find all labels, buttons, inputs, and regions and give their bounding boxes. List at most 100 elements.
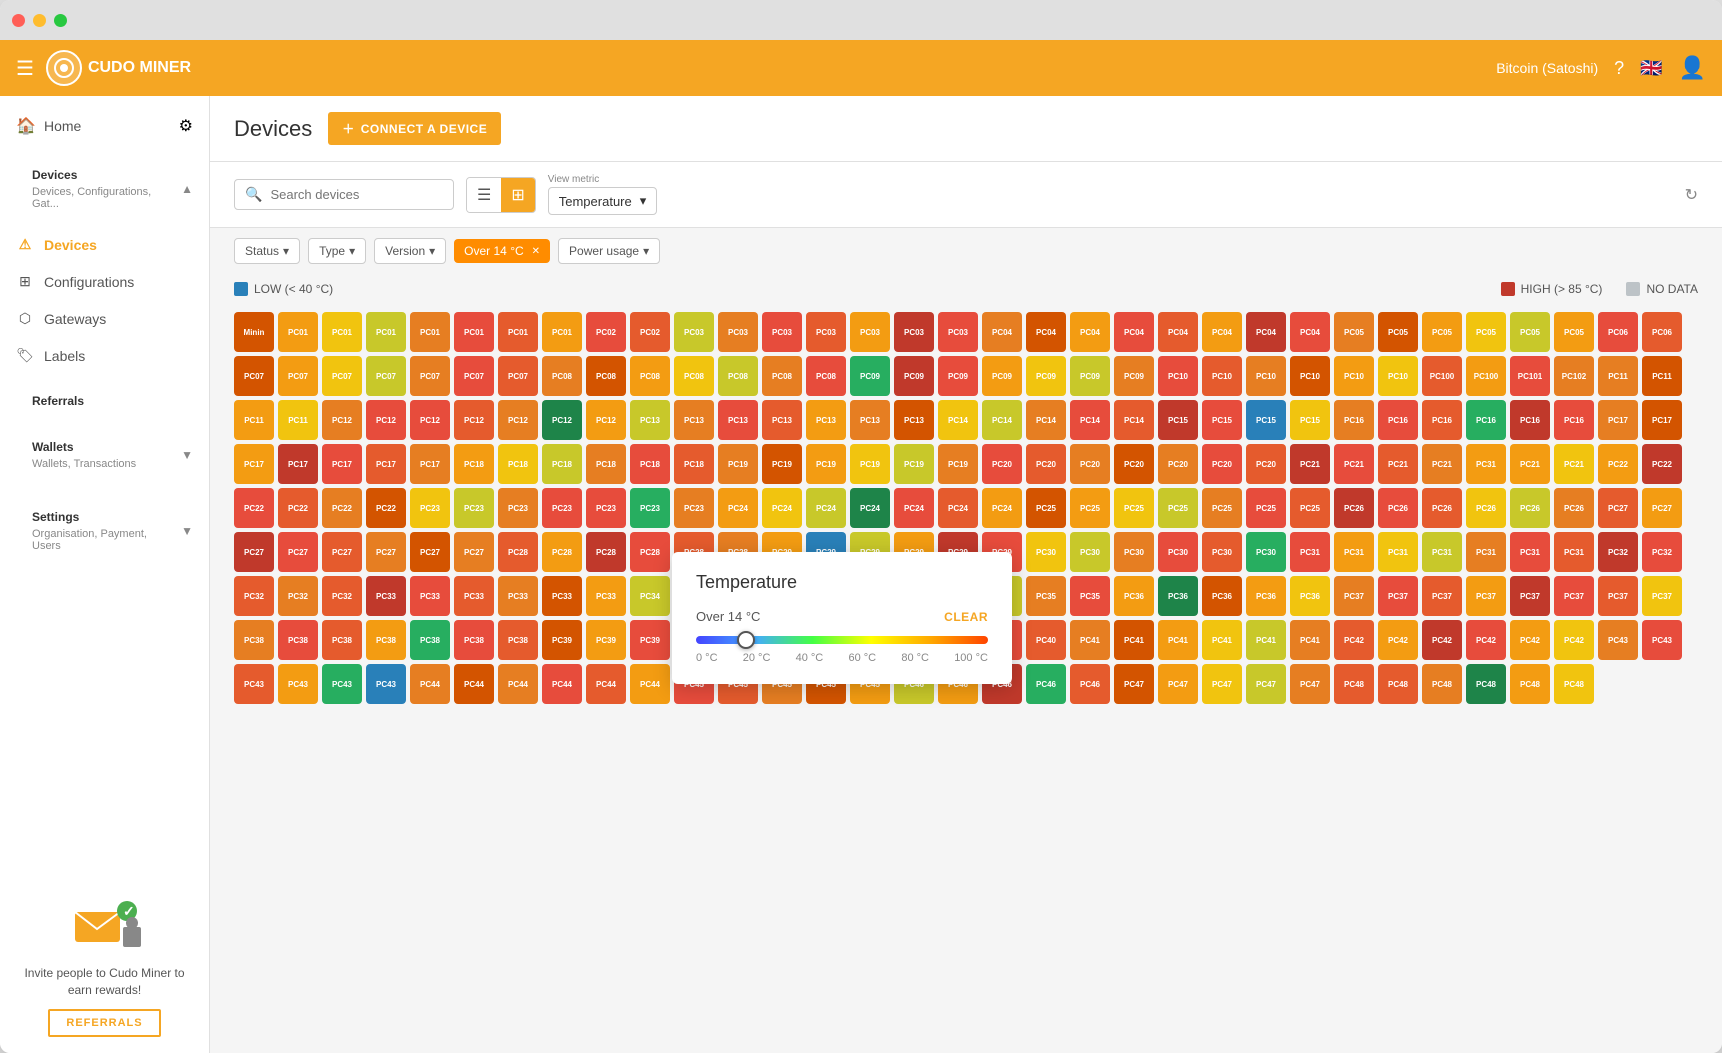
device-tile[interactable]: PC05: [1554, 312, 1594, 352]
device-tile[interactable]: PC17: [366, 444, 406, 484]
device-tile[interactable]: PC39: [586, 620, 626, 660]
device-tile[interactable]: PC08: [630, 356, 670, 396]
device-tile[interactable]: Minin: [234, 312, 274, 352]
device-tile[interactable]: PC15: [1158, 400, 1198, 440]
device-tile[interactable]: PC27: [234, 532, 274, 572]
version-filter-button[interactable]: Version ▾: [374, 238, 446, 264]
device-tile[interactable]: PC48: [1554, 664, 1594, 704]
device-tile[interactable]: PC101: [1510, 356, 1550, 396]
device-tile[interactable]: PC04: [1202, 312, 1242, 352]
device-tile[interactable]: PC25: [1114, 488, 1154, 528]
device-tile[interactable]: PC33: [498, 576, 538, 616]
device-tile[interactable]: PC43: [278, 664, 318, 704]
device-tile[interactable]: PC05: [1334, 312, 1374, 352]
device-tile[interactable]: PC32: [234, 576, 274, 616]
device-tile[interactable]: PC27: [410, 532, 450, 572]
device-tile[interactable]: PC23: [498, 488, 538, 528]
device-tile[interactable]: PC100: [1466, 356, 1506, 396]
device-tile[interactable]: PC41: [1114, 620, 1154, 660]
device-tile[interactable]: PC07: [366, 356, 406, 396]
device-tile[interactable]: PC23: [454, 488, 494, 528]
language-flag[interactable]: 🇬🇧: [1640, 58, 1662, 79]
device-tile[interactable]: PC04: [982, 312, 1022, 352]
device-tile[interactable]: PC18: [586, 444, 626, 484]
device-tile[interactable]: PC36: [1158, 576, 1198, 616]
device-tile[interactable]: PC03: [762, 312, 802, 352]
device-tile[interactable]: PC07: [410, 356, 450, 396]
device-tile[interactable]: PC17: [278, 444, 318, 484]
device-tile[interactable]: PC28: [542, 532, 582, 572]
device-tile[interactable]: PC23: [674, 488, 714, 528]
sidebar-item-configurations[interactable]: ⊞ Configurations: [0, 263, 209, 300]
device-tile[interactable]: PC37: [1554, 576, 1594, 616]
device-tile[interactable]: PC16: [1422, 400, 1462, 440]
temp-clear-button[interactable]: CLEAR: [944, 610, 988, 624]
device-tile[interactable]: PC26: [1510, 488, 1550, 528]
search-input[interactable]: [270, 187, 430, 202]
device-tile[interactable]: PC34: [630, 576, 670, 616]
device-tile[interactable]: PC33: [542, 576, 582, 616]
device-tile[interactable]: PC21: [1290, 444, 1330, 484]
device-tile[interactable]: PC26: [1466, 488, 1506, 528]
device-tile[interactable]: PC04: [1246, 312, 1286, 352]
settings-icon[interactable]: ⚙: [179, 116, 193, 136]
device-tile[interactable]: PC24: [894, 488, 934, 528]
device-tile[interactable]: PC24: [762, 488, 802, 528]
device-tile[interactable]: PC44: [630, 664, 670, 704]
device-tile[interactable]: PC21: [1334, 444, 1374, 484]
device-tile[interactable]: PC19: [894, 444, 934, 484]
device-tile[interactable]: PC09: [894, 356, 934, 396]
device-tile[interactable]: PC42: [1510, 620, 1550, 660]
device-tile[interactable]: PC41: [1246, 620, 1286, 660]
device-tile[interactable]: PC11: [278, 400, 318, 440]
device-tile[interactable]: PC22: [234, 488, 274, 528]
device-tile[interactable]: PC36: [1114, 576, 1154, 616]
device-tile[interactable]: PC09: [1026, 356, 1066, 396]
device-tile[interactable]: PC32: [1598, 532, 1638, 572]
device-tile[interactable]: PC38: [278, 620, 318, 660]
device-tile[interactable]: PC21: [1422, 444, 1462, 484]
device-tile[interactable]: PC31: [1466, 532, 1506, 572]
device-tile[interactable]: PC31: [1510, 532, 1550, 572]
device-tile[interactable]: PC48: [1422, 664, 1462, 704]
device-tile[interactable]: PC27: [1642, 488, 1682, 528]
device-tile[interactable]: PC01: [278, 312, 318, 352]
device-tile[interactable]: PC23: [542, 488, 582, 528]
device-tile[interactable]: PC31: [1378, 532, 1418, 572]
device-tile[interactable]: PC31: [1422, 532, 1462, 572]
device-tile[interactable]: PC33: [410, 576, 450, 616]
device-tile[interactable]: PC44: [498, 664, 538, 704]
device-tile[interactable]: PC20: [1070, 444, 1110, 484]
device-tile[interactable]: PC43: [234, 664, 274, 704]
device-tile[interactable]: PC32: [278, 576, 318, 616]
device-tile[interactable]: PC22: [1598, 444, 1638, 484]
device-tile[interactable]: PC37: [1422, 576, 1462, 616]
device-tile[interactable]: PC35: [1026, 576, 1066, 616]
device-tile[interactable]: PC01: [410, 312, 450, 352]
device-tile[interactable]: PC48: [1334, 664, 1374, 704]
device-tile[interactable]: PC28: [630, 532, 670, 572]
device-tile[interactable]: PC14: [1114, 400, 1154, 440]
device-tile[interactable]: PC14: [1026, 400, 1066, 440]
device-tile[interactable]: PC08: [806, 356, 846, 396]
device-tile[interactable]: PC35: [1070, 576, 1110, 616]
user-avatar-icon[interactable]: 👤: [1679, 55, 1706, 81]
device-tile[interactable]: PC43: [1642, 620, 1682, 660]
device-tile[interactable]: PC07: [322, 356, 362, 396]
device-tile[interactable]: PC18: [674, 444, 714, 484]
device-tile[interactable]: PC25: [1246, 488, 1286, 528]
device-tile[interactable]: PC48: [1510, 664, 1550, 704]
device-tile[interactable]: PC02: [630, 312, 670, 352]
device-tile[interactable]: PC11: [234, 400, 274, 440]
device-tile[interactable]: PC18: [630, 444, 670, 484]
device-tile[interactable]: PC41: [1070, 620, 1110, 660]
device-tile[interactable]: PC30: [1070, 532, 1110, 572]
device-tile[interactable]: PC21: [1554, 444, 1594, 484]
device-tile[interactable]: PC33: [586, 576, 626, 616]
device-tile[interactable]: PC07: [498, 356, 538, 396]
device-tile[interactable]: PC11: [1598, 356, 1638, 396]
device-tile[interactable]: PC18: [498, 444, 538, 484]
device-tile[interactable]: PC30: [1114, 532, 1154, 572]
device-tile[interactable]: PC25: [1026, 488, 1066, 528]
device-tile[interactable]: PC20: [1026, 444, 1066, 484]
